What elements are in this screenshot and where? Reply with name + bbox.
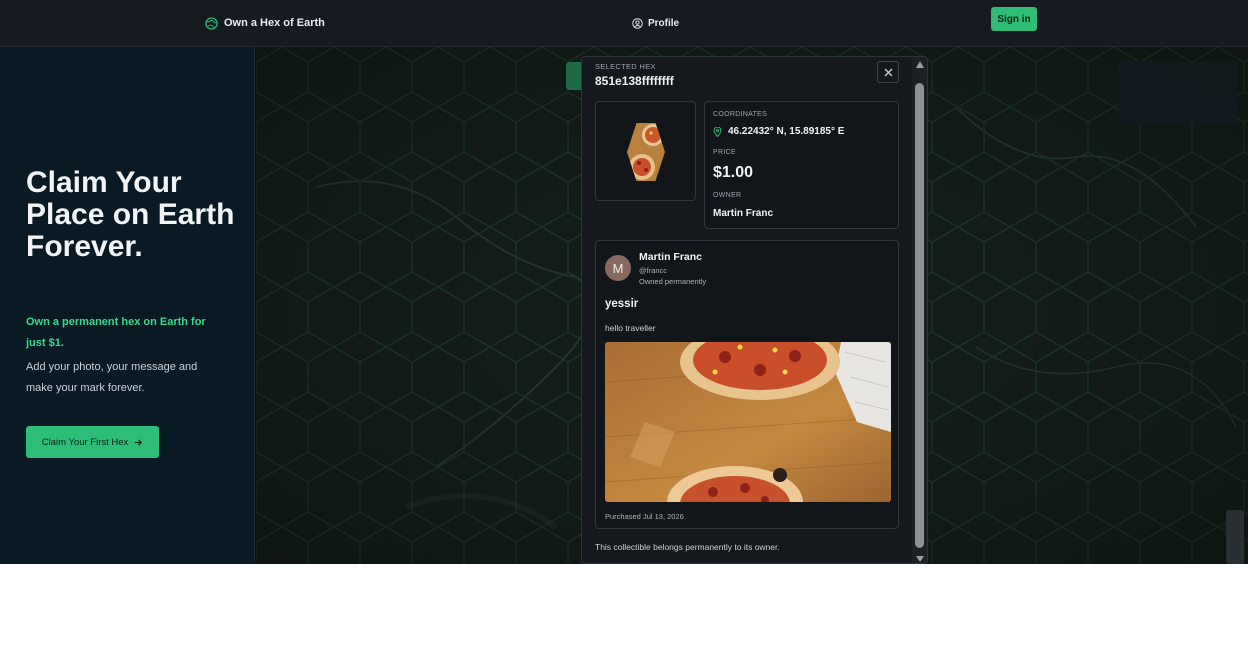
price-value: $1.00 — [713, 164, 754, 181]
modal-scrollbar[interactable] — [912, 57, 927, 563]
post-title: yessir — [605, 298, 639, 310]
hero-accent-text: Own a permanent hex on Earth for just $1… — [26, 316, 206, 349]
map-search-input[interactable] — [274, 69, 424, 87]
claim-hex-label: Claim Your First Hex — [41, 436, 129, 448]
modal-label: SELECTED HEX — [595, 62, 656, 71]
hero-title: Claim Your Place on Earth Forever. — [26, 166, 235, 263]
coordinates: 46.22432° N, 15.89185° E — [713, 126, 844, 137]
user-circle-icon — [632, 17, 643, 29]
brand-link[interactable]: Own a Hex of Earth — [205, 12, 325, 34]
map-layer-panel[interactable] — [1118, 61, 1238, 125]
avatar: M — [605, 255, 631, 281]
hex-id: 851e138ffffffff — [595, 74, 674, 88]
pizza-photo — [605, 342, 891, 502]
profile-label: Profile — [648, 17, 680, 29]
sign-in-button[interactable]: Sign in — [991, 7, 1037, 31]
post-message: hello traveller — [605, 323, 656, 333]
close-icon — [884, 68, 892, 76]
owner-label: OWNER — [713, 192, 742, 199]
profile-link[interactable]: Profile — [632, 12, 679, 34]
scroll-thumb[interactable] — [915, 83, 924, 548]
owner-post-card: M Martin Franc @francc Owned permanently… — [595, 240, 899, 529]
arrow-right-icon — [135, 438, 143, 446]
brand-title: Own a Hex of Earth — [224, 17, 325, 29]
hero-panel: Claim Your Place on Earth Forever. Own a… — [0, 47, 255, 564]
app-window: Own a Hex of Earth Profile Sign in Claim… — [0, 0, 1248, 564]
owner-value: Martin Franc — [713, 208, 774, 219]
close-button[interactable] — [877, 61, 899, 83]
top-nav: Own a Hex of Earth Profile Sign in — [0, 0, 1248, 47]
hex-thumbnail-card — [595, 101, 696, 201]
selected-hex-modal: SELECTED HEX 851e138ffffffff COORDINATES… — [581, 56, 928, 564]
post-author-handle: @francc — [639, 266, 668, 275]
coordinates-value: 46.22432° N, 15.89185° E — [728, 126, 845, 137]
post-photo — [605, 342, 891, 502]
claim-hex-button[interactable]: Claim Your First Hex — [26, 426, 159, 458]
globe-icon — [205, 16, 218, 30]
coordinates-label: COORDINATES — [713, 111, 768, 118]
hex-info-card: COORDINATES 46.22432° N, 15.89185° E PRI… — [704, 101, 899, 229]
post-owned-status: Owned permanently — [639, 277, 707, 286]
modal-footer-note: This collectible belongs permanently to … — [595, 542, 780, 552]
post-author-name: Martin Franc — [639, 251, 703, 263]
price-label: PRICE — [713, 149, 736, 156]
hero-body-text: Add your photo, your message and make yo… — [26, 361, 198, 394]
hex-thumbnail — [627, 123, 665, 181]
map-action-button[interactable] — [566, 62, 582, 90]
zoom-control[interactable] — [1226, 510, 1244, 564]
scroll-up-arrow[interactable] — [916, 61, 924, 68]
map-pin-icon — [713, 126, 722, 137]
scroll-down-arrow[interactable] — [916, 556, 924, 562]
purchase-date: Purchased Jul 13, 2026 — [605, 512, 684, 521]
